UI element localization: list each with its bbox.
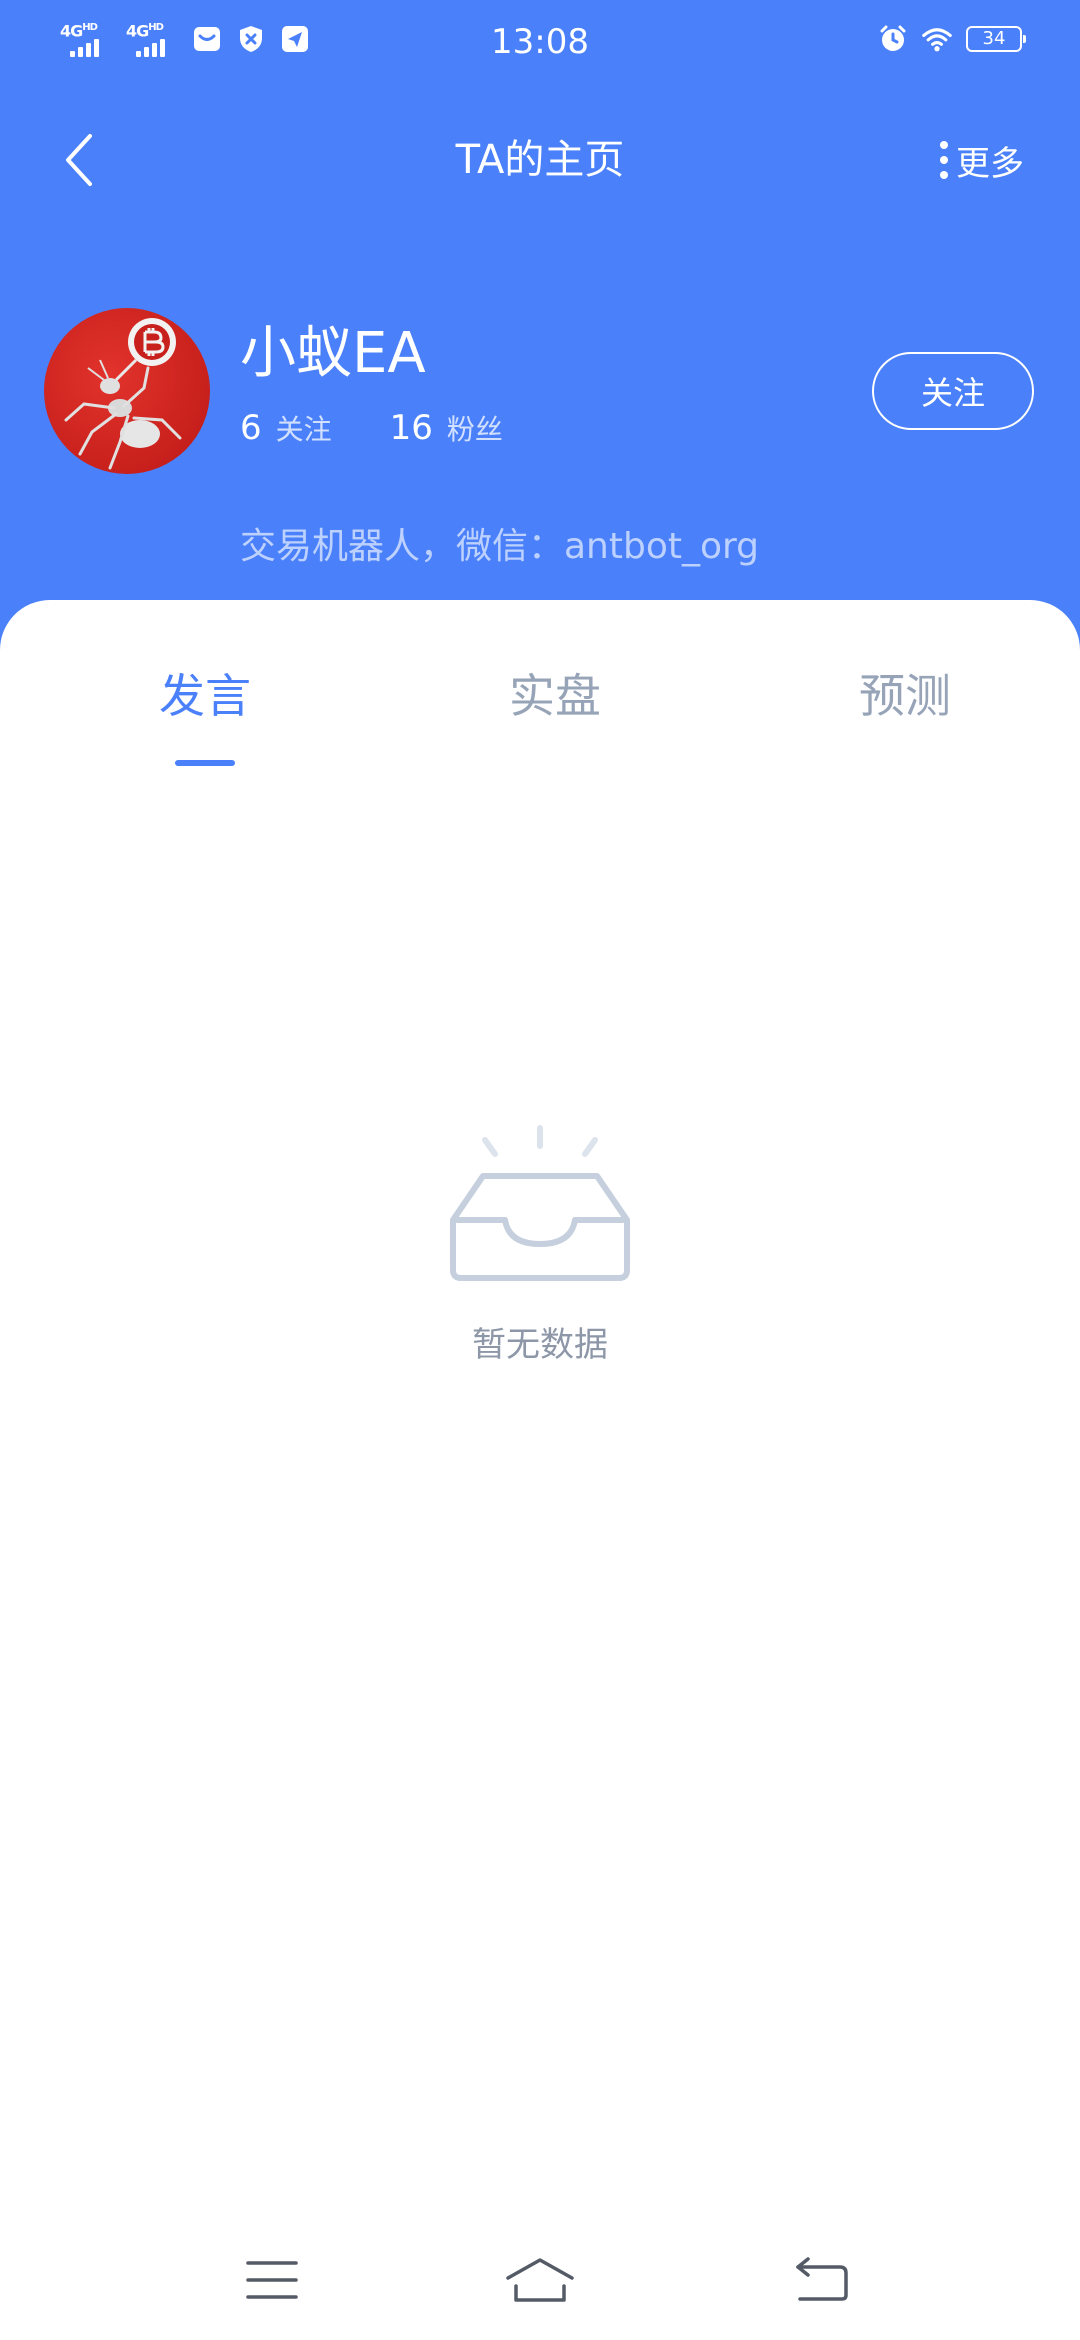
profile-stats: 6 关注 16 粉丝 [240,404,503,452]
back-system-button[interactable] [782,2240,862,2320]
return-icon [796,2257,848,2301]
menu-icon [246,2261,298,2299]
battery-level: 34 [982,28,1006,49]
empty-inbox-icon [445,1120,635,1290]
content-card: 发言 实盘 预测 [0,600,1080,2340]
followers-count[interactable]: 16 [390,404,433,452]
tab-active-indicator [175,760,235,766]
battery-icon: 34 [966,26,1026,52]
username: 小蚁EA [240,321,426,386]
empty-state-text: 暂无数据 [472,1325,608,1365]
followers-label[interactable]: 粉丝 [447,408,503,448]
system-nav-bar [0,2240,1080,2320]
page-title: TA的主页 [455,137,625,183]
more-label: 更多 [956,143,1024,184]
more-vertical-icon [940,141,948,179]
follow-button[interactable]: 关注 [872,352,1034,430]
home-icon [506,2258,574,2302]
profile-bio: 交易机器人，微信：antbot_org [240,526,760,567]
more-button[interactable]: 更多 [940,132,1024,188]
menu-button[interactable] [232,2240,312,2320]
wifi-icon [922,24,952,54]
status-bar: 4GHD 4GHD 13:08 34 [0,0,1080,84]
tab-posts[interactable]: 发言 [55,660,355,732]
tab-bar: 发言 实盘 预测 [0,660,1080,770]
tab-live-trading[interactable]: 实盘 [405,660,705,732]
following-label[interactable]: 关注 [276,408,332,448]
status-right: 34 [878,24,1026,54]
alarm-icon [878,24,908,54]
ant-bitcoin-logo-icon [64,318,182,470]
avatar[interactable] [44,308,210,474]
following-count[interactable]: 6 [240,404,262,452]
nav-bar: TA的主页 更多 [0,110,1080,210]
home-button[interactable] [500,2240,580,2320]
tab-predictions[interactable]: 预测 [755,660,1055,732]
